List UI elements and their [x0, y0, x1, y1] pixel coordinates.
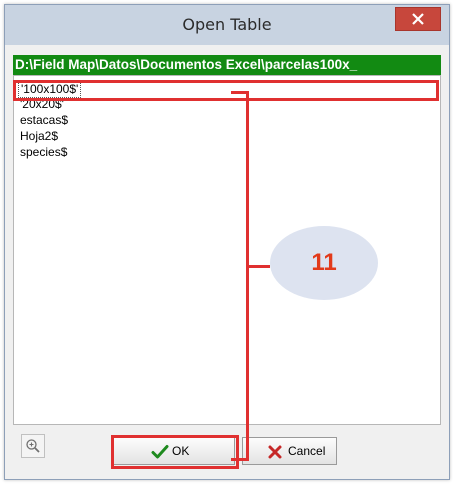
x-icon — [268, 445, 282, 459]
table-item-20x20[interactable]: '20x20$' — [20, 96, 64, 112]
zoom-button[interactable] — [21, 434, 45, 458]
table-item-estacas[interactable]: estacas$ — [20, 112, 68, 128]
table-item-hoja2[interactable]: Hoja2$ — [20, 128, 58, 144]
close-icon — [412, 13, 424, 25]
checkmark-icon — [151, 445, 169, 459]
cancel-label: Cancel — [288, 444, 326, 458]
title-bar: Open Table — [5, 5, 449, 45]
close-button[interactable] — [395, 7, 441, 31]
zoom-in-icon — [26, 439, 40, 453]
file-path-bar: D:\Field Map\Datos\Documentos Excel\parc… — [13, 55, 441, 75]
ok-button[interactable]: OK — [113, 437, 235, 465]
open-table-dialog: Open Table D:\Field Map\Datos\Documentos… — [4, 4, 450, 480]
table-item-species[interactable]: species$ — [20, 144, 67, 160]
ok-label: OK — [172, 444, 190, 458]
cancel-button[interactable]: Cancel — [242, 437, 337, 465]
callout-number: 11 — [311, 249, 337, 276]
dialog-title: Open Table — [182, 15, 272, 34]
